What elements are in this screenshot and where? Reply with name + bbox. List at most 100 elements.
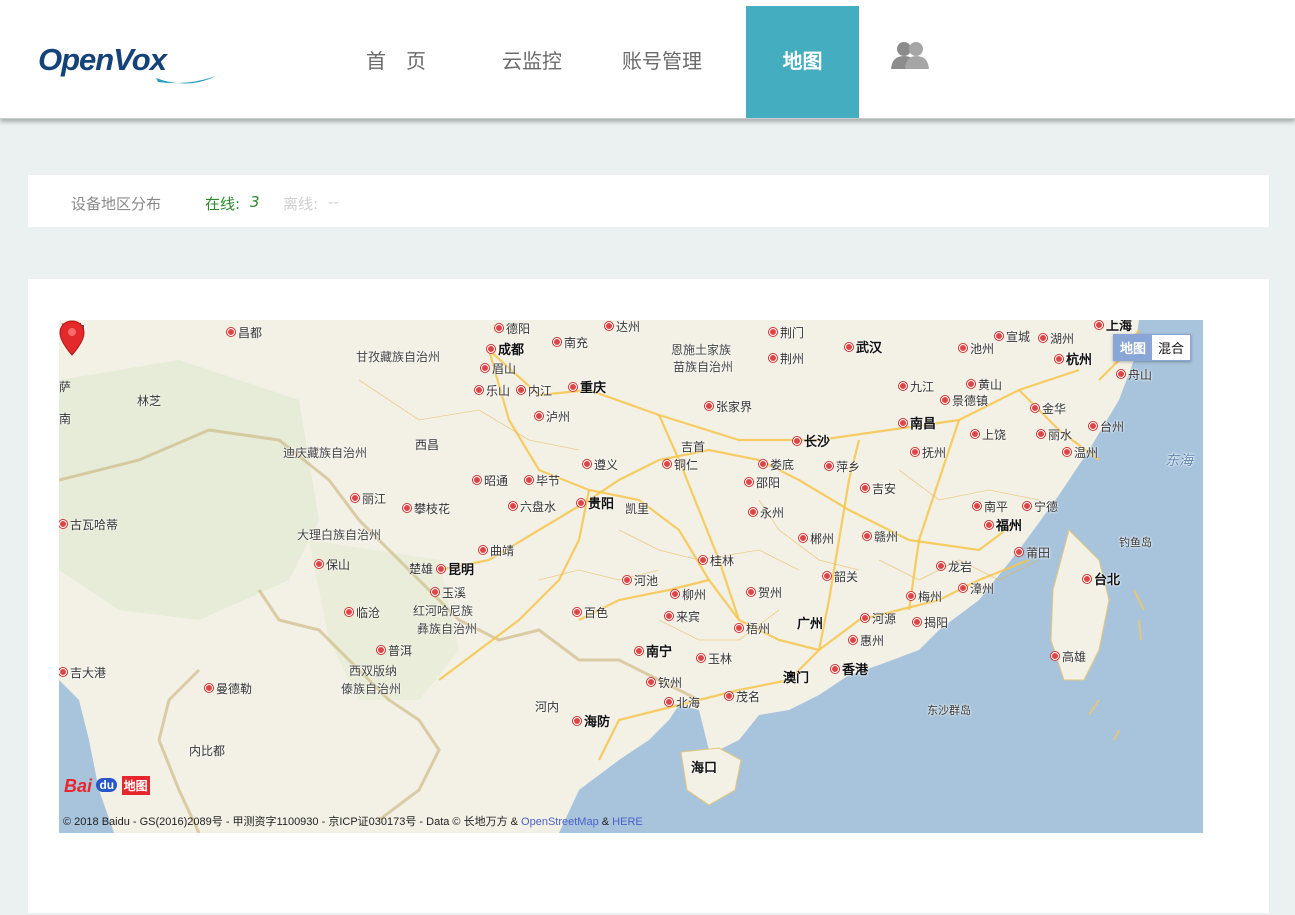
top-header: OpenVox 首 页 云监控 账号管理 地图: [0, 0, 1295, 119]
map-label: 吉首: [681, 440, 706, 454]
map-label: 贺州: [747, 586, 782, 600]
copyright-text: © 2018 Baidu - GS(2016)2089号 - 甲测资字11009…: [63, 816, 518, 828]
map-label: 昌都: [227, 326, 262, 340]
map-label: 吉安: [861, 482, 896, 496]
baidu-map-logo: Bai du 地图: [64, 776, 150, 798]
map-label: 达州: [605, 320, 640, 334]
map-label: 揭阳: [913, 616, 948, 630]
map-label: 郴州: [799, 532, 834, 546]
map-label: 南: [59, 412, 72, 426]
openstreetmap-link[interactable]: OpenStreetMap: [521, 816, 599, 828]
map-label: 保山: [315, 558, 350, 572]
offline-count: --: [328, 193, 339, 211]
map-label: 高雄: [1051, 650, 1086, 664]
map-type-switch: 地图 混合: [1112, 334, 1191, 361]
map-label: 张家界: [705, 400, 752, 414]
map-type-map-button[interactable]: 地图: [1113, 335, 1152, 360]
map-label: 丽水: [1037, 428, 1072, 442]
baidu-logo-bai: Bai: [64, 776, 93, 796]
map-label: 大理白族自治州: [297, 528, 382, 542]
map-label: 武汉: [845, 342, 882, 356]
map-label: 南昌: [899, 418, 936, 432]
map-label: 温州: [1063, 446, 1098, 460]
map-label: 惠州: [849, 634, 884, 648]
map-label: 桂林: [699, 554, 734, 568]
copyright-amp: &: [601, 816, 610, 828]
map-label: 广州: [797, 617, 824, 632]
map-label: 萨: [59, 380, 72, 394]
map-label: 钦州: [647, 676, 682, 690]
map-copyright: © 2018 Baidu - GS(2016)2089号 - 甲测资字11009…: [63, 813, 643, 829]
map-label: 宁德: [1023, 500, 1058, 514]
logo-swoosh: [156, 76, 216, 84]
map-label: 韶关: [823, 570, 858, 584]
map-label: 玉林: [697, 652, 732, 666]
map-label: 海防: [573, 716, 610, 730]
map-label: 宣城: [995, 330, 1030, 344]
map-label: 傣族自治州: [341, 682, 402, 696]
map-label: 铜仁: [663, 458, 698, 472]
map-label: 吉大港: [59, 666, 106, 680]
online-count: 3: [250, 193, 260, 211]
map-label: 东海: [1165, 453, 1193, 469]
nav-map[interactable]: 地图: [746, 6, 859, 118]
map-label: 古瓦哈蒂: [59, 518, 118, 532]
map-label: 舟山: [1117, 368, 1152, 382]
map-label: 河池: [623, 574, 658, 588]
nav-account-management[interactable]: 账号管理: [606, 6, 718, 118]
map-label: 漳州: [959, 582, 994, 596]
map-label: 六盘水: [509, 500, 556, 514]
map-label: 金华: [1031, 402, 1066, 416]
map-label: 九江: [899, 380, 934, 394]
map-label: 柳州: [671, 588, 706, 602]
map-label: 澳门: [783, 671, 810, 686]
here-link[interactable]: HERE: [612, 816, 643, 828]
map-label: 遵义: [583, 458, 618, 472]
users-icon[interactable]: [888, 40, 932, 72]
openvox-logo[interactable]: OpenVox: [38, 42, 218, 92]
nav-cloud-monitor[interactable]: 云监控: [486, 6, 578, 118]
map-label: 长沙: [793, 436, 830, 450]
map-label: 成都: [487, 344, 524, 358]
map-label: 凯里: [625, 502, 650, 516]
map-label: 永州: [749, 506, 784, 520]
map-label: 曲靖: [479, 544, 514, 558]
map-label: 毕节: [525, 474, 560, 488]
map-label: 福州: [985, 520, 1022, 534]
map-label: 上饶: [971, 428, 1006, 442]
map-label: 荆门: [769, 326, 804, 340]
map-label: 海口: [691, 761, 718, 776]
map-label: 黄山: [967, 378, 1002, 392]
map-label: 池州: [959, 342, 994, 356]
map-label: 河源: [861, 612, 896, 626]
map-label: 苗族自治州: [673, 360, 734, 374]
nav-home[interactable]: 首 页: [340, 6, 452, 118]
map-label: 百色: [573, 606, 608, 620]
map-label: 梅州: [907, 590, 942, 604]
map-label: 莆田: [1015, 546, 1050, 560]
map-label: 乐山: [475, 384, 510, 398]
map-label: 重庆: [569, 382, 606, 396]
summary-label: 设备地区分布: [71, 195, 162, 213]
map-label: 迪庆藏族自治州: [283, 446, 368, 460]
map-label: 彝族自治州: [417, 622, 478, 636]
map-label: 红河哈尼族: [413, 604, 474, 618]
map-label: 上海: [1095, 320, 1132, 334]
map-label: 西昌: [415, 438, 440, 452]
map-label: 内比都: [189, 744, 226, 758]
map-label: 台州: [1089, 420, 1124, 434]
map-label: 楚雄: [409, 562, 434, 576]
map-pin-icon[interactable]: [59, 320, 85, 356]
map-label: 内江: [517, 384, 552, 398]
baidu-logo-map: 地图: [121, 776, 150, 795]
map-label: 杭州: [1055, 354, 1092, 368]
map-type-hybrid-button[interactable]: 混合: [1152, 335, 1190, 360]
map-label: 梧州: [735, 622, 770, 636]
map-label: 景德镇: [941, 394, 988, 408]
map-label: 林芝: [137, 394, 162, 408]
map-label: 眉山: [481, 362, 516, 376]
map-label: 临沧: [345, 606, 380, 620]
baidu-map[interactable]: 那曲 昌都 德阳 达州 荆门 上海 甘孜藏族自治州 成都 南充 恩施土家族 苗族…: [59, 320, 1203, 833]
map-label: 甘孜藏族自治州: [356, 350, 441, 364]
offline-label: 离线:: [283, 195, 319, 213]
